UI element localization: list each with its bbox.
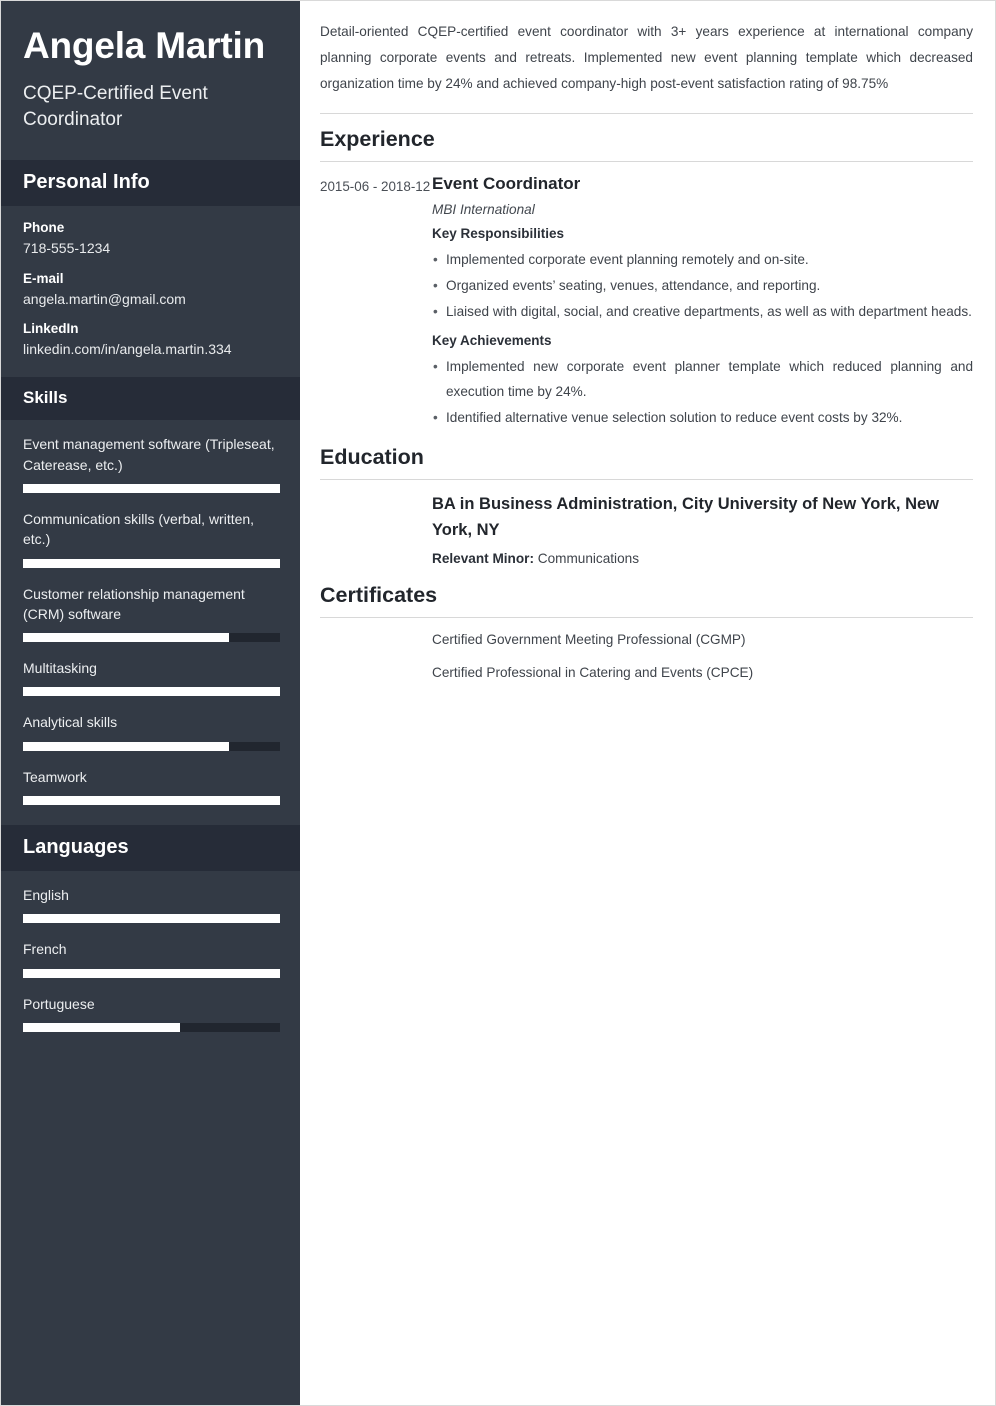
language-label: Portuguese [23,995,95,1012]
languages-body: English French Portuguese [1,871,300,1052]
achievements-list: Implemented new corporate event planner … [432,354,973,431]
experience-entry-body: Event Coordinator MBI International Key … [432,173,973,431]
certificates-heading: Certificates [320,582,438,607]
language-label: French [23,941,67,958]
identity-block: Angela Martin CQEP-Certified Event Coord… [1,1,300,160]
list-item: Implemented new corporate event planner … [432,354,973,404]
skill-label: Multitasking [23,660,97,677]
education-entry: BA in Business Administration, City Univ… [320,480,973,570]
skill-item: Communication skills (verbal, written, e… [23,509,280,568]
experience-section: Experience 2015-06 - 2018-12 Event Coord… [320,127,973,431]
contact-item-phone: Phone 718-555-1234 [23,220,280,258]
education-dates [320,491,432,570]
skill-meter-fill [23,558,280,568]
candidate-job-title: CQEP-Certified Event Coordinator [23,83,208,131]
education-heading: Education [320,444,424,469]
professional-summary: Detail-oriented CQEP-certified event coo… [320,24,973,92]
certificates-dates [320,629,432,684]
sidebar: Angela Martin CQEP-Certified Event Coord… [1,1,300,1405]
list-item: Liaised with digital, social, and creati… [432,299,973,324]
education-detail-value: Communications [537,551,639,566]
skill-meter-fill [23,796,280,806]
certificates-entry: Certified Government Meeting Professiona… [320,618,973,684]
skill-label: Event management software (Tripleseat, C… [23,436,275,473]
resume-document: Angela Martin CQEP-Certified Event Coord… [0,0,996,1406]
education-entry-body: BA in Business Administration, City Univ… [432,491,973,570]
education-detail-label: Relevant Minor: [432,551,534,566]
skills-heading-band: Skills [1,377,300,421]
skill-label: Analytical skills [23,714,118,731]
candidate-name: Angela Martin [23,25,266,66]
main-content: Detail-oriented CQEP-certified event coo… [300,1,995,1405]
education-degree: BA in Business Administration, City Univ… [432,494,940,540]
skill-meter [23,558,280,568]
skill-label: Communication skills (verbal, written, e… [23,510,255,548]
skill-meter [23,483,280,493]
personal-info-heading: Personal Info [23,170,150,193]
skill-meter [23,796,280,806]
language-label: English [23,887,69,904]
language-meter-fill [23,968,280,978]
skill-item: Multitasking [23,658,280,697]
certificate-item: Certified Professional in Catering and E… [432,664,754,680]
education-section: Education BA in Business Administration,… [320,445,973,570]
language-meter-fill [23,914,280,924]
skill-meter [23,633,280,643]
skill-meter [23,687,280,697]
divider [320,113,973,115]
certificate-item: Certified Government Meeting Professiona… [432,631,746,647]
skills-body: Event management software (Tripleseat, C… [1,420,300,825]
experience-dates: 2015-06 - 2018-12 [320,179,431,195]
responsibilities-heading: Key Responsibilities [432,225,565,241]
experience-entry: 2015-06 - 2018-12 Event Coordinator MBI … [320,162,973,431]
experience-heading: Experience [320,127,435,152]
skill-item: Event management software (Tripleseat, C… [23,434,280,493]
languages-heading-band: Languages [1,825,300,872]
contact-value: angela.martin@gmail.com [23,290,186,307]
experience-company: MBI International [432,201,535,217]
language-item: French [23,939,280,978]
skills-heading: Skills [23,388,68,408]
skill-label: Customer relationship management (CRM) s… [23,585,245,622]
contact-label: E-mail [23,270,64,286]
achievements-heading: Key Achievements [432,333,552,349]
skill-item: Teamwork [23,767,280,806]
skill-meter-fill [23,483,280,493]
skill-meter-fill [23,741,229,751]
list-item: Implemented corporate event planning rem… [432,247,973,272]
language-meter [23,968,280,978]
skill-meter [23,741,280,751]
list-item: Identified alternative venue selection s… [432,405,973,430]
personal-info-body: Phone 718-555-1234 E-mail angela.martin@… [1,206,300,378]
language-item: Portuguese [23,994,280,1032]
language-item: English [23,885,280,924]
contact-value: linkedin.com/in/angela.martin.334 [23,341,232,358]
contact-item-email: E-mail angela.martin@gmail.com [23,271,280,309]
skill-label: Teamwork [23,768,87,785]
list-item: Organized events’ seating, venues, atten… [432,273,973,298]
contact-label: Phone [23,219,65,235]
skill-item: Customer relationship management (CRM) s… [23,584,280,643]
language-meter-fill [23,1022,180,1032]
language-meter [23,1022,280,1032]
contact-label: LinkedIn [23,321,79,337]
responsibilities-list: Implemented corporate event planning rem… [432,247,973,325]
contact-value: 718-555-1234 [23,239,111,256]
contact-item-linkedin: LinkedIn linkedin.com/in/angela.martin.3… [23,321,280,359]
skill-item: Analytical skills [23,712,280,751]
skill-meter-fill [23,633,229,643]
experience-job-title: Event Coordinator [432,174,581,194]
skill-meter-fill [23,687,280,697]
certificates-section: Certificates Certified Government Meetin… [320,583,973,684]
language-meter [23,914,280,924]
languages-heading: Languages [23,836,129,859]
certificates-entry-body: Certified Government Meeting Professiona… [432,629,973,684]
education-detail: Relevant Minor: Communications [432,548,973,570]
personal-info-heading-band: Personal Info [1,159,300,206]
